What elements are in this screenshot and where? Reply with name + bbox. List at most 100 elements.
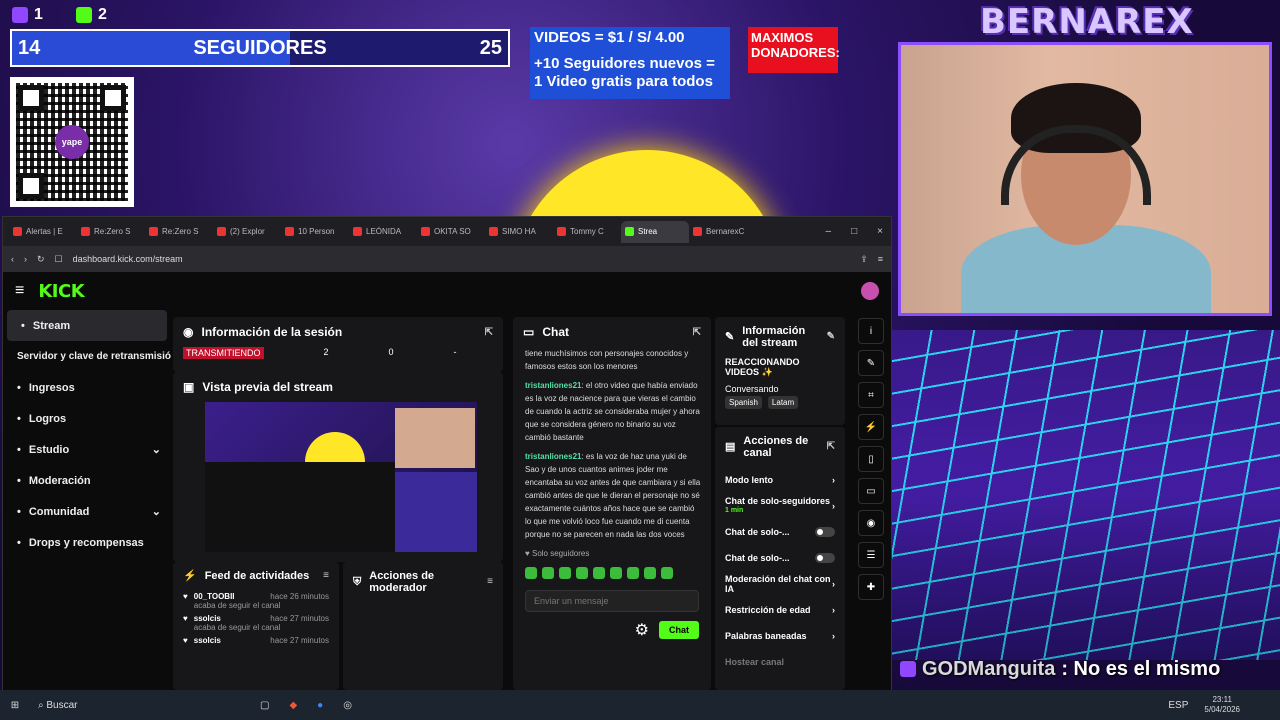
channel-action-item[interactable]: Chat de solo-...	[715, 519, 845, 545]
chrome-icon[interactable]: ●	[317, 700, 323, 711]
toggle-switch[interactable]	[815, 527, 835, 537]
sidebar-item[interactable]: • Moderación	[3, 465, 171, 496]
promo-followers: +10 Seguidores nuevos = 1 Video gratis p…	[534, 55, 715, 90]
windows-icon[interactable]: ⊞	[0, 700, 30, 711]
chat-message: tiene muchísimos con personajes conocido…	[525, 349, 689, 371]
share-icon[interactable]: ⇪	[860, 254, 868, 265]
kick-count-value: 2	[98, 6, 107, 23]
channel-action-item[interactable]: Chat de solo-...	[715, 545, 845, 571]
sidebar-item[interactable]: • Estudio ⌄	[3, 434, 171, 465]
clip-icon[interactable]: ⌗	[858, 382, 884, 408]
browser-tab[interactable]: SIMO HA	[485, 221, 553, 243]
twitch-count: 1	[12, 6, 43, 24]
chat-icon[interactable]: ▭	[858, 478, 884, 504]
stream-preview-video[interactable]	[205, 402, 477, 552]
maximize-icon[interactable]: □	[851, 226, 857, 237]
tab-title: (2) Explor	[230, 227, 265, 236]
menu-icon[interactable]: ≡	[878, 254, 883, 264]
emote-bar[interactable]	[513, 566, 711, 590]
bookmark-icon[interactable]: ☐	[55, 254, 63, 265]
filter-icon[interactable]: ≡	[487, 576, 493, 588]
channel-action-item[interactable]: Moderación del chat con IA ›	[715, 571, 845, 597]
browser-tab[interactable]: LEÓNIDA	[349, 221, 417, 243]
clock[interactable]: 23:11 5/04/2026	[1204, 695, 1240, 715]
sidebar-item[interactable]: • Stream	[7, 310, 167, 341]
browser-tab[interactable]: Re:Zero S	[77, 221, 145, 243]
forward-icon[interactable]: ›	[24, 254, 27, 264]
followers-goal: 25	[479, 36, 502, 59]
sidebar-item[interactable]: • Drops y recompensas	[3, 527, 171, 558]
browser-tab[interactable]: (2) Explor	[213, 221, 281, 243]
toggle-switch[interactable]	[815, 553, 835, 563]
channel-action-item[interactable]: Chat de solo-seguidores 1 min ›	[715, 493, 845, 519]
browser-tab[interactable]: BernarexC	[689, 221, 757, 243]
heart-icon: ♥	[183, 592, 188, 601]
channel-action-item[interactable]: Restricción de edad ›	[715, 597, 845, 623]
brave-icon[interactable]: ◆	[289, 700, 297, 711]
browser-tab[interactable]: Strea	[621, 220, 689, 243]
edit-icon[interactable]: ✎	[827, 331, 835, 343]
chevron-right-icon: ›	[832, 579, 835, 589]
info-icon[interactable]: i	[858, 318, 884, 344]
filter-icon[interactable]: ≡	[323, 570, 329, 582]
language-indicator[interactable]: ESP	[1168, 700, 1188, 711]
tab-favicon-icon	[217, 227, 226, 236]
url-field[interactable]: dashboard.kick.com/stream	[73, 254, 851, 264]
browser-tab[interactable]: OKITA SO	[417, 221, 485, 243]
obs-icon[interactable]: ◎	[343, 700, 352, 711]
sidebar-item[interactable]: • Ingresos	[3, 372, 171, 403]
chat-text: : es la voz de haz una yuki de Sao y de …	[525, 452, 701, 539]
broadcast-icon[interactable]: ◉	[858, 510, 884, 536]
task-view-icon[interactable]: ▢	[260, 700, 269, 711]
browser-tab[interactable]: Tommy C	[553, 221, 621, 243]
chat-username[interactable]: tristanliones21	[525, 452, 581, 461]
browser-tab[interactable]: Re:Zero S	[145, 221, 213, 243]
sidebar-item[interactable]: • Logros	[3, 403, 171, 434]
channel-action-label-wrap: Hostear canal	[725, 657, 784, 667]
channel-action-item[interactable]: Hostear canal	[715, 649, 845, 675]
kick-dashboard: ≡ KICK • Stream Servidor y clave de retran…	[3, 272, 891, 690]
kick-icon	[76, 7, 92, 23]
list-icon[interactable]: ☰	[858, 542, 884, 568]
stream-tag[interactable]: Latam	[767, 396, 799, 409]
wrench-icon[interactable]: ✚	[858, 574, 884, 600]
doc-icon[interactable]: ▯	[858, 446, 884, 472]
taskbar-search[interactable]: ⌕ Buscar	[30, 700, 140, 711]
browser-tab[interactable]: Alertas | E	[9, 221, 77, 243]
pin-icon: ✎	[725, 331, 735, 343]
chat-send-button[interactable]: Chat	[659, 621, 699, 639]
shield-icon: ⛨	[353, 576, 362, 588]
chart-icon: •	[17, 381, 21, 394]
feed-user: ssolcis	[193, 614, 221, 623]
popout-icon[interactable]: ⇱	[485, 327, 493, 338]
sidebar-item[interactable]: Servidor y clave de retransmisión	[3, 341, 171, 372]
back-icon[interactable]: ‹	[11, 254, 14, 264]
close-icon[interactable]: ×	[877, 226, 883, 237]
bolt-icon[interactable]: ⚡	[858, 414, 884, 440]
channel-action-item[interactable]: Modo lento ›	[715, 467, 845, 493]
kick-logo[interactable]: KICK	[38, 281, 84, 302]
chat-input[interactable]	[525, 590, 699, 612]
reload-icon[interactable]: ↻	[37, 254, 45, 265]
channel-action-item[interactable]: Palabras baneadas ›	[715, 623, 845, 649]
followers-label: SEGUIDORES	[193, 36, 327, 59]
sidebar-item[interactable]: • Comunidad ⌄	[3, 496, 171, 527]
edit-icon[interactable]: ✎	[858, 350, 884, 376]
stream-tag[interactable]: Spanish	[725, 396, 762, 409]
clock-date: 5/04/2026	[1204, 705, 1240, 714]
browser-tab[interactable]: 10 Person	[281, 221, 349, 243]
tab-title: 10 Person	[298, 227, 335, 236]
chat-username[interactable]: tristanliones21	[525, 381, 581, 390]
popout-icon[interactable]: ⇱	[693, 327, 701, 338]
sidebar-item-label: Comunidad	[28, 505, 90, 518]
stream-category: Conversando	[725, 384, 779, 394]
top-donors-label: MAXIMOS DONADORES:	[748, 27, 840, 73]
stream-preview-panel: ▣ Vista previa del stream	[173, 372, 503, 562]
avatar[interactable]	[861, 282, 879, 300]
settings-icon[interactable]: ⚙	[635, 620, 649, 640]
minimize-icon[interactable]: –	[826, 226, 832, 237]
hamburger-icon[interactable]: ≡	[15, 282, 24, 300]
twitch-count-value: 1	[34, 6, 43, 23]
popout-icon[interactable]: ⇱	[827, 441, 835, 453]
chat-message: tristanliones21: el otro video que había…	[513, 379, 711, 450]
